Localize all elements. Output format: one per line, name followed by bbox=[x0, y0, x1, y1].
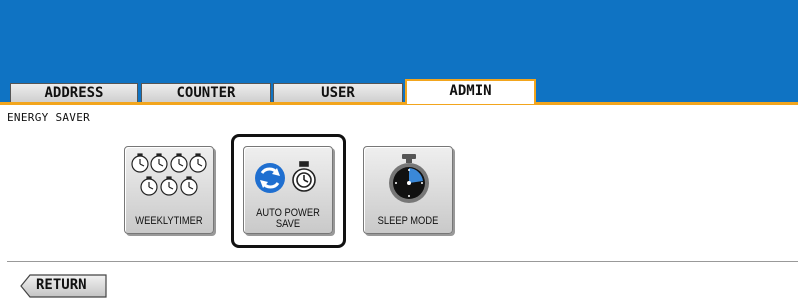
return-button[interactable]: RETURN bbox=[20, 274, 108, 298]
tab-user[interactable]: USER bbox=[273, 83, 403, 102]
header-bar bbox=[0, 0, 798, 81]
auto-power-save-label-line2: SAVE bbox=[275, 218, 301, 230]
tab-counter[interactable]: COUNTER bbox=[141, 83, 271, 102]
sleep-mode-label: SLEEP MODE bbox=[377, 215, 439, 227]
auto-power-save-button[interactable]: AUTO POWER SAVE bbox=[243, 146, 333, 234]
section-title: ENERGY SAVER bbox=[7, 111, 91, 124]
sleep-mode-icon bbox=[389, 154, 429, 203]
return-label: RETURN bbox=[36, 277, 87, 293]
tab-admin[interactable]: ADMIN bbox=[405, 79, 536, 104]
weekly-timer-label: WEEKLYTIMER bbox=[135, 215, 203, 227]
weekly-timer-icon bbox=[131, 153, 207, 196]
auto-power-save-icon bbox=[255, 161, 316, 193]
tab-address[interactable]: ADDRESS bbox=[10, 83, 138, 102]
weekly-timer-button[interactable]: WEEKLYTIMER bbox=[124, 146, 214, 234]
divider bbox=[7, 261, 798, 262]
sleep-mode-button[interactable]: SLEEP MODE bbox=[363, 146, 453, 234]
